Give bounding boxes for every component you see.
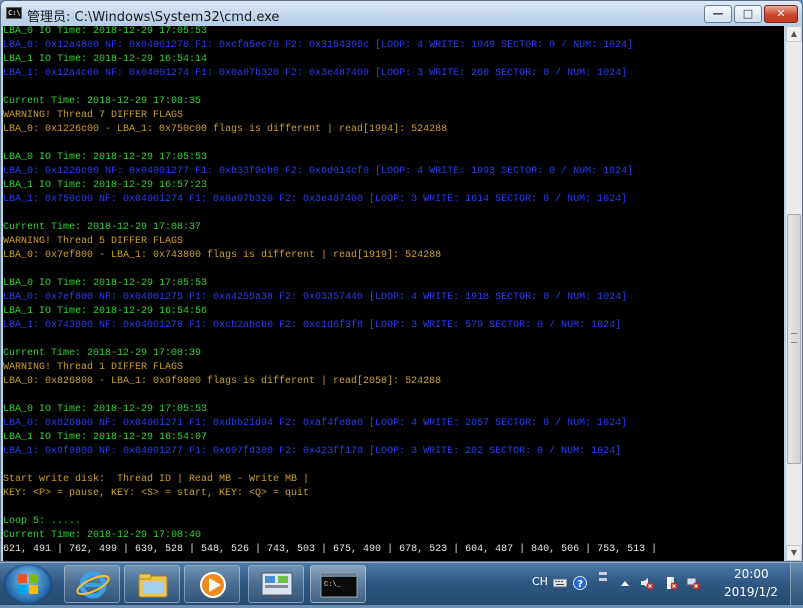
show-hidden-icons-icon[interactable]	[618, 576, 632, 590]
console-line: LBA_0 IO Time: 2018-12-29 17:05:53	[3, 278, 208, 289]
scroll-up-arrow[interactable]: ▲	[786, 26, 802, 42]
scroll-thumb[interactable]	[787, 214, 801, 464]
console-line: 621, 491 | 762, 499 | 639, 528 | 548, 52…	[3, 544, 658, 555]
network-disconnected-icon[interactable]	[686, 576, 700, 590]
cmd-icon: C:\_	[320, 572, 358, 598]
console-line: Current Time: 2018-12-29 17:08:39	[3, 348, 202, 359]
console-line: LBA_1 IO Time: 2018-12-29 16:54:07	[3, 432, 208, 443]
volume-muted-icon[interactable]	[640, 576, 654, 590]
svg-text:C:\_: C:\_	[324, 581, 342, 589]
console-line: LBA_0: 0x826800 - LBA_1: 0x9f9800 flags …	[3, 376, 442, 387]
console-line: LBA_0: 0x1226c00 - LBA_1: 0x750c00 flags…	[3, 124, 448, 135]
console-line: LBA_0: 0x826800 NF: 0x04001271 F1: 0xdbb…	[3, 418, 628, 429]
console-line: Current Time: 2018-12-29 17:08:35	[3, 96, 202, 107]
minimize-button[interactable]: —	[704, 5, 732, 23]
console-line: Current Time: 2018-12-29 17:08:37	[3, 222, 202, 233]
help-icon[interactable]: ?	[573, 576, 587, 590]
start-button[interactable]	[4, 564, 52, 604]
console-line: WARNING! Thread 1 DIFFER FLAGS	[3, 362, 184, 373]
console-line: Start write disk: Thread ID | Read MB - …	[3, 474, 310, 485]
console-line: LBA_0 IO Time: 2018-12-29 17:05:53	[3, 404, 208, 415]
console-line: LBA_1: 0x743800 NF: 0x04001278 F1: 0xcb2…	[3, 320, 622, 331]
clock-time[interactable]: 20:00	[734, 567, 769, 581]
svg-text:?: ?	[577, 579, 583, 590]
maximize-button[interactable]: □	[734, 5, 762, 23]
taskbar-item-internet-explorer[interactable]	[64, 565, 120, 603]
scroll-down-arrow[interactable]: ▼	[786, 545, 802, 561]
console-line: LBA_0 IO Time: 2018-12-29 17:05:53	[3, 26, 208, 37]
console-line: LBA_0: 0x12a4800 NF: 0x04001278 F1: 0xcf…	[3, 40, 634, 51]
taskbar: C:\_ CH ? 20:00 2019/1/2	[0, 562, 803, 606]
console-line: LBA_1 IO Time: 2018-12-29 16:54:56	[3, 306, 208, 317]
action-center-warning-icon[interactable]	[664, 576, 678, 590]
console-line: WARNING! Thread 7 DIFFER FLAGS	[3, 110, 184, 121]
taskbar-item-explorer[interactable]	[124, 565, 180, 603]
console-line: KEY: <P> = pause, KEY: <S> = start, KEY:…	[3, 488, 310, 499]
console-line: LBA_1 IO Time: 2018-12-29 16:57:23	[3, 180, 208, 191]
taskbar-item-control-panel[interactable]	[248, 565, 304, 603]
console-line: Current Time: 2018-12-29 17:08:40	[3, 530, 202, 541]
console-line: LBA_0: 0x7ef800 NF: 0x04001275 F1: 0xa42…	[3, 292, 628, 303]
console-output[interactable]: LBA_0 IO Time: 2018-12-29 17:05:53 LBA_0:…	[3, 26, 784, 561]
clock-date[interactable]: 2019/1/2	[724, 585, 778, 599]
console-line: LBA_0: 0x7ef800 - LBA_1: 0x743800 flags …	[3, 250, 442, 261]
vertical-scrollbar[interactable]: ▲ ▼	[785, 26, 802, 561]
taskbar-item-media-player[interactable]	[184, 565, 240, 603]
control-panel-icon	[261, 572, 293, 598]
taskbar-item-cmd[interactable]: C:\_	[310, 565, 366, 603]
console-line: LBA_1: 0x12a4c00 NF: 0x04001274 F1: 0x0a…	[3, 68, 628, 79]
window-title: 管理员: C:\Windows\System32\cmd.exe	[27, 10, 280, 25]
show-desktop-button[interactable]	[790, 563, 803, 606]
media-player-icon	[200, 572, 226, 598]
language-indicator[interactable]: CH	[532, 575, 548, 588]
console-line: LBA_0: 0x1226c00 NF: 0x04001277 F1: 0xb3…	[3, 166, 634, 177]
windows-logo-icon	[18, 574, 38, 594]
keyboard-icon[interactable]	[553, 576, 567, 590]
ie-icon	[76, 571, 110, 599]
console-line: LBA_1: 0x9f9800 NF: 0x04001277 F1: 0x697…	[3, 446, 622, 457]
title-bar[interactable]: C:\ 管理员: C:\Windows\System32\cmd.exe — □…	[1, 1, 802, 26]
ime-options-icon[interactable]	[596, 570, 610, 584]
close-button[interactable]: ✕	[764, 5, 798, 23]
console-line: LBA_1 IO Time: 2018-12-29 16:54:14	[3, 54, 208, 65]
cmd-window: C:\ 管理员: C:\Windows\System32\cmd.exe — □…	[0, 0, 803, 562]
console-line: LBA_1: 0x750c00 NF: 0x04001274 F1: 0x0a0…	[3, 194, 628, 205]
folder-icon	[138, 573, 168, 598]
console-line: Loop 5: .....	[3, 516, 82, 527]
cmd-icon[interactable]: C:\	[6, 7, 22, 19]
grip-icon	[791, 333, 797, 343]
console-line: LBA_0 IO Time: 2018-12-29 17:05:53	[3, 152, 208, 163]
console-line: WARNING! Thread 5 DIFFER FLAGS	[3, 236, 184, 247]
